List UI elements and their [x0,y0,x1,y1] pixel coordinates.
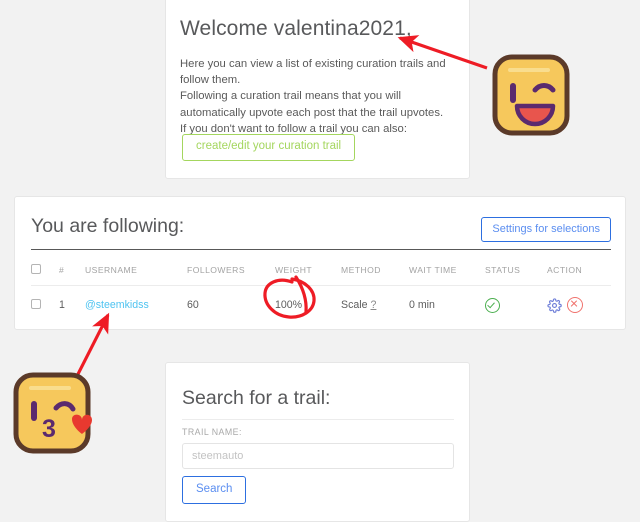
column-header-method: METHOD [341,257,409,286]
search-button[interactable]: Search [182,476,247,504]
settings-for-selections-button[interactable]: Settings for selections [481,217,611,242]
column-header-index: # [59,257,85,286]
following-trails-table: # USERNAME FOLLOWERS WEIGHT METHOD WAIT … [31,257,611,324]
row-status-cell [485,286,547,325]
trail-name-label: TRAIL NAME: [182,427,242,437]
welcome-card: Welcome valentina2021, Here you can view… [165,0,470,179]
winking-face-sticker [492,54,570,136]
trail-name-input[interactable] [182,443,454,469]
row-select-cell [31,286,59,325]
column-header-weight: WEIGHT [275,257,341,286]
row-index: 1 [59,299,65,311]
title-divider [31,249,611,250]
row-checkbox[interactable] [31,298,41,309]
create-edit-curation-trail-button[interactable]: create/edit your curation trail [182,134,356,161]
welcome-title: Welcome valentina2021, [180,17,412,40]
column-header-status: STATUS [485,257,547,286]
gear-icon[interactable] [547,297,562,313]
username-link[interactable]: @steemkidss [85,299,149,311]
kissing-face-heart-sticker: 3 [13,372,92,454]
welcome-line-1: Here you can view a list of existing cur… [180,58,446,87]
table-row: 1 @steemkidss 60 100% Scale? 0 min [31,286,611,325]
column-header-select [31,257,59,286]
row-method-cell: Scale? [341,286,409,325]
row-weight: 100% [275,299,303,311]
welcome-line-2: Following a curation trail means that yo… [180,90,444,119]
page-title: You are following: [31,215,185,237]
search-trail-card: Search for a trail: TRAIL NAME: Search [165,362,470,522]
row-followers: 60 [187,299,199,311]
svg-text:3: 3 [42,415,56,443]
row-method: Scale [341,299,368,311]
app-page: Welcome valentina2021, Here you can view… [0,0,640,522]
column-header-username: USERNAME [85,257,187,286]
x-circle-icon[interactable] [567,297,583,313]
welcome-description: Here you can view a list of existing cur… [180,56,448,137]
check-circle-icon [485,297,500,313]
row-action-cell [547,286,611,325]
row-wait-time: 0 min [409,299,435,311]
following-card: You are following: Settings for selectio… [14,196,626,330]
column-header-wait-time: WAIT TIME [409,257,485,286]
search-title-divider [182,419,454,420]
search-section-title: Search for a trail: [182,387,331,409]
table-header-row: # USERNAME FOLLOWERS WEIGHT METHOD WAIT … [31,257,611,286]
method-help-icon[interactable]: ? [371,299,377,311]
column-header-action: ACTION [547,257,611,286]
select-all-checkbox[interactable] [31,264,41,274]
row-username-cell: @steemkidss [85,286,187,325]
column-header-followers: FOLLOWERS [187,257,275,286]
